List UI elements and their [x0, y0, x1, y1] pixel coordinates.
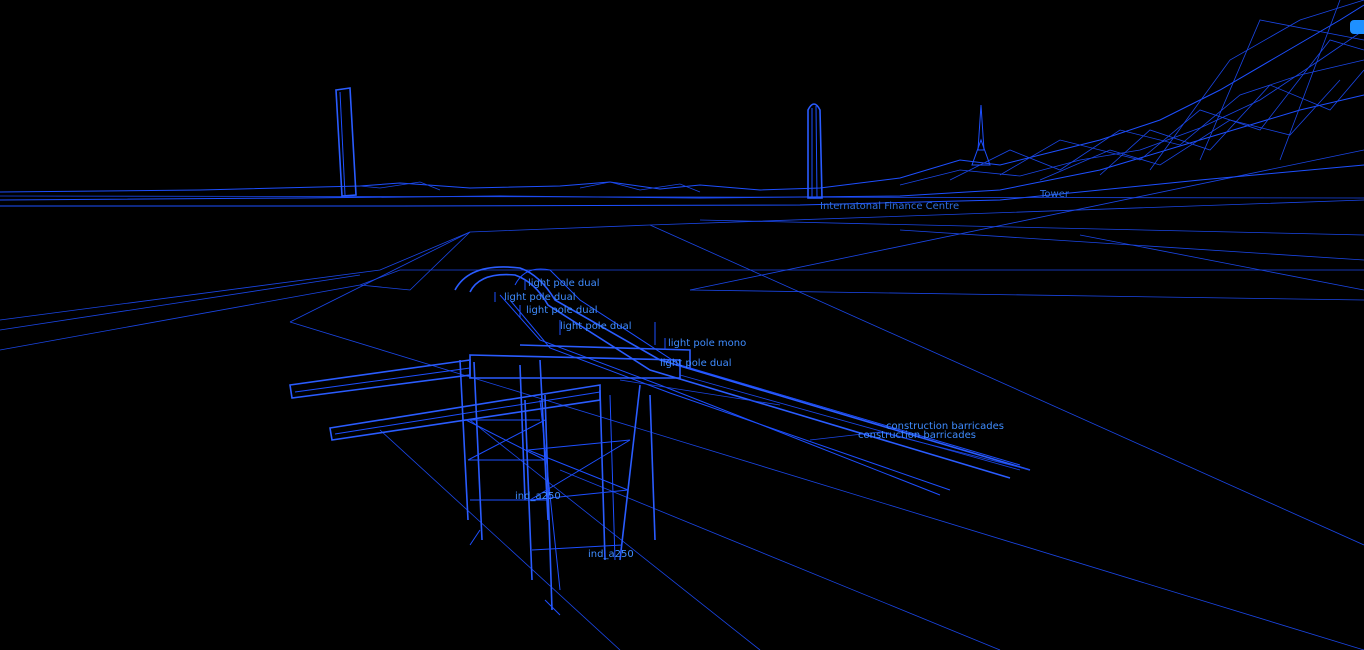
label-crane-2: ind_a250	[588, 549, 634, 560]
crane-structures	[289, 344, 691, 616]
label-barricades-2: construction barricades	[858, 430, 976, 441]
panel-toggle-icon[interactable]	[1350, 20, 1364, 34]
label-light-pole-dual-5: light pole dual	[660, 358, 732, 369]
label-light-pole-dual-3: light pole dual	[526, 305, 598, 316]
distant-towers	[335, 87, 991, 199]
label-light-pole-dual-2: light pole dual	[504, 292, 576, 303]
label-light-pole-mono: light pole mono	[668, 338, 746, 349]
label-light-pole-dual-1: light pole dual	[528, 278, 600, 289]
horizon-terrain	[0, 0, 1364, 207]
label-crane-1: ind_a250	[515, 491, 561, 502]
label-light-pole-dual-4: light pole dual	[560, 321, 632, 332]
label-tower: Tower	[1039, 189, 1070, 200]
ground-grid	[0, 149, 1364, 650]
wireframe-viewport[interactable]: Internatonal Finance Centre Tower light …	[0, 0, 1364, 650]
label-finance-centre: Internatonal Finance Centre	[820, 201, 959, 212]
